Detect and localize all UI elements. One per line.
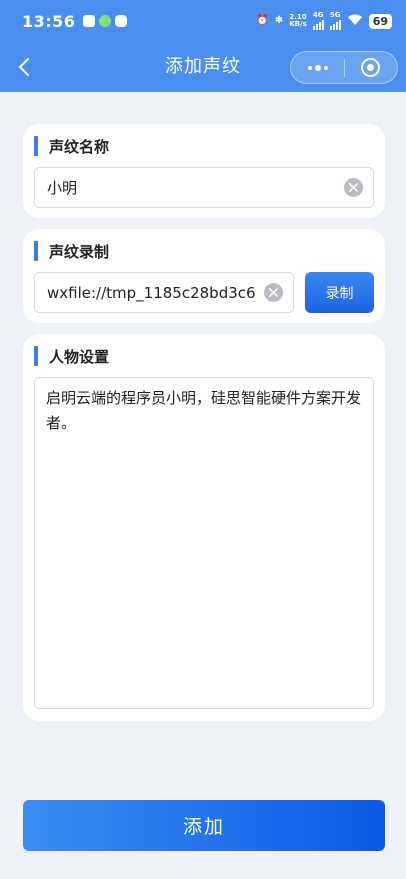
- nav-bar: 添加声纹: [0, 42, 406, 92]
- notification-icons: [83, 15, 128, 27]
- network-5g: 5G: [329, 11, 341, 30]
- voiceprint-name-label: 声纹名称: [49, 137, 110, 156]
- persona-textarea[interactable]: 启明云端的程序员小明，硅思智能硬件方案开发者。: [34, 377, 374, 709]
- section-accent-bar: [34, 136, 38, 156]
- bluetooth-icon: ✱: [274, 15, 284, 26]
- voiceprint-name-card: 声纹名称 小明: [23, 124, 385, 218]
- persona-settings-label: 人物设置: [49, 347, 110, 366]
- more-dots-icon: [307, 64, 328, 71]
- signal-5g-icon: [329, 19, 341, 30]
- recording-file-value: wxfile://tmp_1185c28bd3c6: [47, 283, 256, 302]
- alarm-icon: ⏰: [256, 15, 269, 26]
- persona-settings-card: 人物设置 启明云端的程序员小明，硅思智能硬件方案开发者。: [23, 334, 385, 721]
- wifi-icon: [347, 14, 363, 29]
- status-time: 13:56: [22, 11, 76, 31]
- network-5g-label: 5G: [329, 11, 341, 19]
- signal-4g-icon: [312, 19, 324, 30]
- section-accent-bar: [34, 241, 38, 261]
- net-speed-unit: KB/s: [289, 20, 307, 28]
- voiceprint-record-label: 声纹录制: [49, 242, 110, 261]
- add-button[interactable]: 添加: [23, 800, 385, 851]
- clear-recording-icon[interactable]: [264, 283, 283, 302]
- wechat-notification-icon: [99, 15, 112, 27]
- persona-settings-title: 人物设置: [34, 345, 109, 367]
- recording-file-input[interactable]: wxfile://tmp_1185c28bd3c6: [34, 272, 294, 313]
- video-notification-icon: [83, 15, 96, 27]
- section-accent-bar: [34, 346, 38, 366]
- clear-name-icon[interactable]: [344, 178, 363, 197]
- voiceprint-record-title: 声纹录制: [34, 240, 109, 262]
- more-button[interactable]: [291, 52, 344, 83]
- network-4g: 4G: [312, 11, 324, 30]
- battery-icon: 69: [368, 13, 392, 29]
- close-miniprogram-button[interactable]: [345, 52, 397, 83]
- status-bar: 13:56 ⏰ ✱ 2.10 KB/s 4G 5G 69: [0, 0, 406, 42]
- record-button[interactable]: 录制: [305, 272, 374, 313]
- voiceprint-name-value: 小明: [47, 179, 78, 197]
- miniprogram-capsule: [290, 51, 398, 84]
- target-circle-icon: [361, 58, 381, 77]
- network-4g-label: 4G: [312, 11, 324, 19]
- voiceprint-name-title: 声纹名称: [34, 135, 109, 157]
- message-notification-icon: [115, 15, 128, 27]
- voiceprint-record-card: 声纹录制 wxfile://tmp_1185c28bd3c6 录制: [23, 229, 385, 323]
- voiceprint-name-input[interactable]: 小明: [34, 167, 374, 208]
- status-right: ⏰ ✱ 2.10 KB/s 4G 5G 69: [256, 12, 392, 30]
- net-speed: 2.10 KB/s: [289, 14, 306, 28]
